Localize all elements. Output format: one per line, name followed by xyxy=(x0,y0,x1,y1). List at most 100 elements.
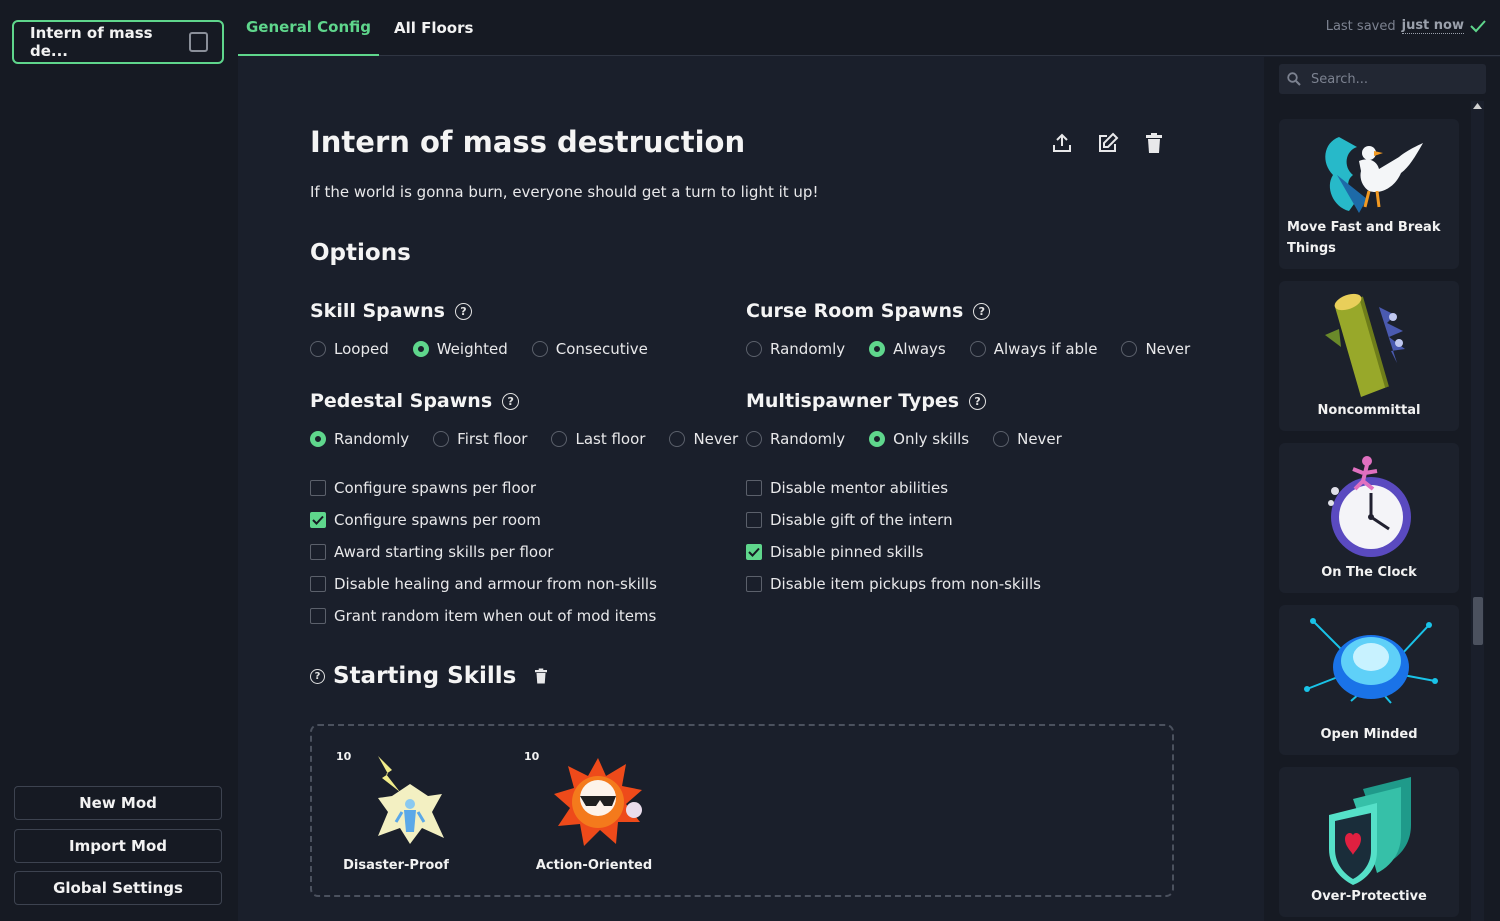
skill-count: 10 xyxy=(336,750,352,763)
import-mod-button[interactable]: Import Mod xyxy=(14,829,222,863)
help-icon[interactable]: ? xyxy=(310,668,325,684)
mod-selector-label: Intern of mass de... xyxy=(30,24,153,60)
radio-label: Never xyxy=(1145,340,1191,358)
radio-dot[interactable] xyxy=(310,341,326,357)
starting-skills-dropzone[interactable]: 10 Disaster-Proof 10 Action-Oriented xyxy=(310,724,1174,897)
checkbox-award-starting-skills[interactable]: Award starting skills per floor xyxy=(310,536,657,568)
radio-dot[interactable] xyxy=(412,341,429,357)
scrollbar-track[interactable] xyxy=(1471,101,1484,921)
mod-title: Intern of mass destruction xyxy=(310,125,746,159)
radio-dot[interactable] xyxy=(869,341,886,357)
radio-always-if-able[interactable]: Always if able xyxy=(969,340,1098,358)
new-mod-button[interactable]: New Mod xyxy=(14,786,222,820)
trash-icon[interactable] xyxy=(532,666,550,686)
help-icon[interactable]: ? xyxy=(454,302,472,320)
top-bar: General Config All Floors Last saved jus… xyxy=(238,0,1500,56)
radio-randomly[interactable]: Randomly xyxy=(746,340,845,358)
checkbox-disable-healing[interactable]: Disable healing and armour from non-skil… xyxy=(310,568,657,600)
starting-skill-item[interactable]: 10 Action-Oriented xyxy=(524,750,664,880)
global-settings-button[interactable]: Global Settings xyxy=(14,871,222,905)
checkbox-label: Disable item pickups from non-skills xyxy=(770,575,1041,593)
radio-dot[interactable] xyxy=(746,341,762,357)
skill-card[interactable]: Noncommittal xyxy=(1279,281,1459,431)
help-icon[interactable]: ? xyxy=(973,302,991,320)
radio-dot[interactable] xyxy=(531,341,548,357)
radio-always[interactable]: Always xyxy=(869,340,946,358)
radio-randomly[interactable]: Randomly xyxy=(746,430,845,448)
checkbox-configure-spawns-per-floor[interactable]: Configure spawns per floor xyxy=(310,472,657,504)
goose-icon xyxy=(1325,137,1423,213)
radio-dot[interactable] xyxy=(746,431,762,447)
mod-selector[interactable]: Intern of mass de... xyxy=(12,20,224,64)
trash-icon[interactable] xyxy=(1142,131,1166,155)
upload-icon[interactable] xyxy=(1050,131,1074,155)
checkbox-disable-mentor-abilities[interactable]: Disable mentor abilities xyxy=(746,472,1041,504)
pedestal-spawns-label: Pedestal Spawns xyxy=(310,390,493,412)
radio-consecutive[interactable]: Consecutive xyxy=(531,340,648,358)
checkbox-box[interactable] xyxy=(746,544,762,560)
radio-never[interactable]: Never xyxy=(669,430,738,448)
radio-dot[interactable] xyxy=(551,431,568,447)
radio-label: Only skills xyxy=(893,430,970,448)
radio-dot[interactable] xyxy=(993,431,1010,447)
checkbox-box[interactable] xyxy=(746,480,762,496)
save-status: Last saved just now xyxy=(1326,18,1486,34)
mod-checkbox[interactable] xyxy=(188,32,208,52)
checkbox-box[interactable] xyxy=(310,544,326,560)
checkbox-disable-item-pickups[interactable]: Disable item pickups from non-skills xyxy=(746,568,1041,600)
checkmark-icon xyxy=(748,547,760,557)
radio-label: Never xyxy=(693,430,739,448)
radio-label: Randomly xyxy=(770,340,846,358)
radio-label: First floor xyxy=(457,430,528,448)
checkbox-grant-random-item[interactable]: Grant random item when out of mod items xyxy=(310,600,657,632)
radio-randomly[interactable]: Randomly xyxy=(310,430,409,448)
radio-dot[interactable] xyxy=(869,431,886,447)
edit-icon[interactable] xyxy=(1096,131,1120,155)
skill-card-name: On The Clock xyxy=(1321,565,1417,580)
scrollbar-thumb[interactable] xyxy=(1473,597,1483,645)
radio-never[interactable]: Never xyxy=(993,430,1062,448)
checkbox-configure-spawns-per-room[interactable]: Configure spawns per room xyxy=(310,504,657,536)
radio-last-floor[interactable]: Last floor xyxy=(551,430,645,448)
radio-label: Randomly xyxy=(334,430,410,448)
checkbox-box[interactable] xyxy=(310,480,326,496)
radio-first-floor[interactable]: First floor xyxy=(433,430,527,448)
radio-label: Never xyxy=(1017,430,1062,448)
curse-room-spawns-radios: Randomly Always Always if able Never xyxy=(746,340,1214,358)
starting-skill-item[interactable]: 10 Disaster-Proof xyxy=(336,750,456,880)
search-input[interactable]: Search... xyxy=(1279,64,1486,94)
checkbox-box[interactable] xyxy=(310,576,326,592)
help-icon[interactable]: ? xyxy=(502,392,520,410)
starting-skills-label: Starting Skills xyxy=(333,663,517,689)
skill-card[interactable]: Open Minded xyxy=(1279,605,1459,755)
tab-all-floors[interactable]: All Floors xyxy=(394,0,473,56)
radio-dot[interactable] xyxy=(433,431,450,447)
help-icon[interactable]: ? xyxy=(969,392,987,410)
radio-dot[interactable] xyxy=(969,341,986,357)
radio-dot[interactable] xyxy=(310,431,326,447)
skill-card[interactable]: On The Clock xyxy=(1279,443,1459,593)
shield-icon xyxy=(1329,777,1411,885)
radio-never[interactable]: Never xyxy=(1121,340,1190,358)
radio-label: Always if able xyxy=(993,340,1098,358)
skill-card[interactable]: Over-Protective xyxy=(1279,767,1459,917)
radio-looped[interactable]: Looped xyxy=(310,340,389,358)
explosion-sunglasses-icon xyxy=(554,758,642,846)
radio-weighted[interactable]: Weighted xyxy=(412,340,508,358)
checkbox-label: Grant random item when out of mod items xyxy=(334,607,657,625)
checkbox-box[interactable] xyxy=(310,608,326,624)
skill-card[interactable]: Move Fast and Break Things xyxy=(1279,119,1459,269)
skill-count: 10 xyxy=(524,750,540,763)
checkbox-label: Configure spawns per room xyxy=(334,511,541,529)
checkbox-box[interactable] xyxy=(310,512,326,528)
checkbox-disable-pinned-skills[interactable]: Disable pinned skills xyxy=(746,536,1041,568)
checkbox-disable-gift-of-intern[interactable]: Disable gift of the intern xyxy=(746,504,1041,536)
tab-general-config[interactable]: General Config xyxy=(238,0,379,56)
radio-dot[interactable] xyxy=(669,431,686,447)
save-status-time: just now xyxy=(1401,18,1464,34)
scroll-up-icon[interactable] xyxy=(1473,103,1482,109)
radio-dot[interactable] xyxy=(1121,341,1138,357)
checkbox-box[interactable] xyxy=(746,512,762,528)
checkbox-box[interactable] xyxy=(746,576,762,592)
radio-only-skills[interactable]: Only skills xyxy=(869,430,969,448)
